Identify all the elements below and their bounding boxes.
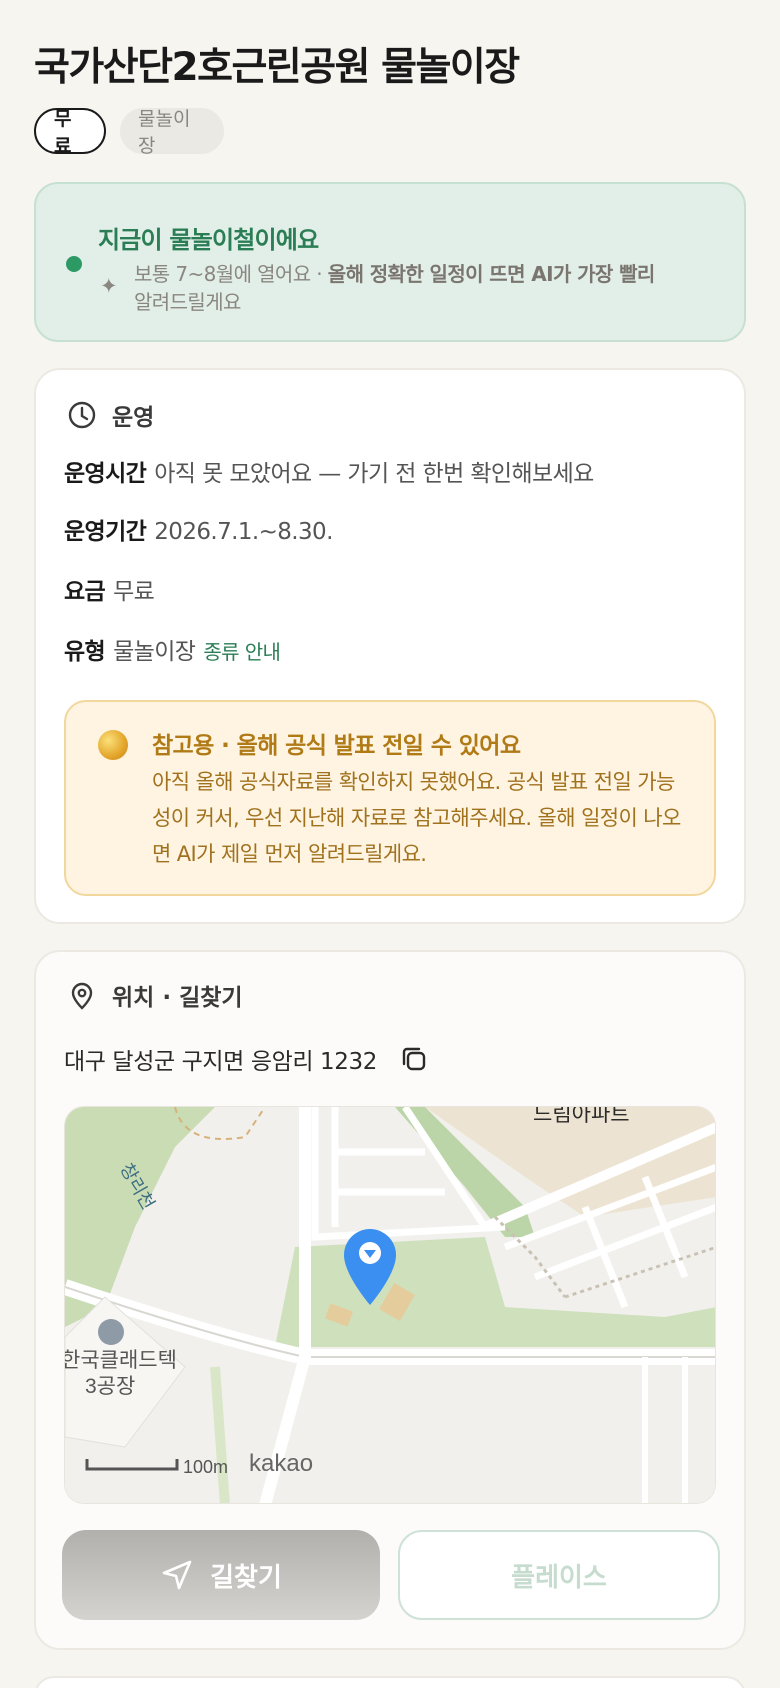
location-card: 위치 · 길찾기 대구 달성군 구지면 응암리 1232 드림아파트 창리천 한…	[34, 950, 746, 1650]
directions-label: 길찾기	[210, 1562, 282, 1593]
type-guide-link[interactable]: 종류 안내	[203, 640, 281, 664]
period-row: 운영기간 2026.7.1.~8.30.	[64, 512, 333, 546]
fee-chip[interactable]: 무료	[34, 108, 106, 157]
period-label: 운영기간	[64, 519, 147, 545]
type-row: 유형 물놀이장 종류 안내	[64, 632, 281, 666]
page-title: 국가산단2호근린공원 물놀이장	[34, 45, 520, 90]
notice-title: 참고용 · 올해 공식 발표 전일 수 있어요	[152, 733, 521, 759]
period-value: 2026.7.1.~8.30.	[154, 519, 333, 545]
building-icon	[98, 1319, 124, 1345]
directions-button[interactable]: 길찾기	[62, 1530, 380, 1620]
notice-body: 아직 올해 공식자료를 확인하지 못했어요. 공식 발표 전일 가능성이 커서,…	[152, 770, 681, 866]
map-view[interactable]: 드림아파트 창리천 한국클래드텍 3공장 100m kakao	[64, 1106, 716, 1504]
type-value: 물놀이장	[113, 639, 196, 665]
season-desc-plain: 보통 7~8월에 열어요 ·	[134, 262, 328, 286]
navigation-arrow-icon	[162, 1560, 192, 1590]
status-dot-icon	[66, 256, 82, 272]
map-label-apartment: 드림아파트	[533, 1107, 630, 1126]
map-label-factory-2: 3공장	[85, 1375, 135, 1398]
clock-icon	[68, 401, 96, 429]
operation-title: 운영	[112, 405, 155, 431]
place-button[interactable]: 플레이스	[398, 1530, 720, 1620]
season-banner: 지금이 물놀이철이에요 ✦ 보통 7~8월에 열어요 · 올해 정확한 일정이 …	[34, 182, 746, 342]
operation-header: 운영	[66, 398, 154, 432]
copy-icon[interactable]	[399, 1044, 429, 1074]
location-title: 위치 · 길찾기	[112, 985, 243, 1011]
sparkle-icon: ✦	[100, 274, 118, 298]
tag-chips: 무료 물놀이장	[34, 108, 224, 157]
scale-label: 100m	[183, 1457, 228, 1477]
fee-label: 요금	[64, 579, 106, 605]
operation-card: 운영 운영시간 아직 못 모았어요 — 가기 전 한번 확인해보세요 운영기간 20…	[34, 368, 746, 924]
location-pin-icon	[71, 982, 93, 1010]
season-description: 보통 7~8월에 열어요 · 올해 정확한 일정이 뜨면 AI가 가장 빨리알려…	[134, 260, 734, 316]
type-label: 유형	[64, 639, 106, 665]
fee-value: 무료	[113, 579, 155, 605]
map-label-factory-1: 한국클래드텍	[65, 1349, 177, 1372]
hours-label: 운영시간	[64, 461, 147, 487]
reference-notice: 참고용 · 올해 공식 발표 전일 수 있어요 아직 올해 공식자료를 확인하지…	[64, 700, 716, 896]
address-row: 대구 달성군 구지면 응암리 1232	[64, 1042, 429, 1076]
season-headline: 지금이 물놀이철이에요	[98, 226, 319, 254]
moon-icon	[98, 730, 128, 760]
next-card-edge	[34, 1676, 746, 1688]
address-text: 대구 달성군 구지면 응암리 1232	[64, 1049, 377, 1075]
type-chip[interactable]: 물놀이장	[120, 108, 224, 157]
hours-row: 운영시간 아직 못 모았어요 — 가기 전 한번 확인해보세요	[64, 454, 594, 488]
map-canvas[interactable]: 드림아파트 창리천 한국클래드텍 3공장 100m kakao	[65, 1107, 716, 1504]
season-desc-bold: 올해 정확한 일정이 뜨면 AI가 가장 빨리	[327, 262, 656, 286]
hours-value: 아직 못 모았어요 — 가기 전 한번 확인해보세요	[154, 461, 594, 487]
location-header: 위치 · 길찾기	[66, 978, 243, 1012]
season-desc-tail: 알려드릴게요	[134, 290, 241, 314]
kakao-logo: kakao	[249, 1450, 313, 1477]
fee-row: 요금 무료	[64, 572, 155, 606]
